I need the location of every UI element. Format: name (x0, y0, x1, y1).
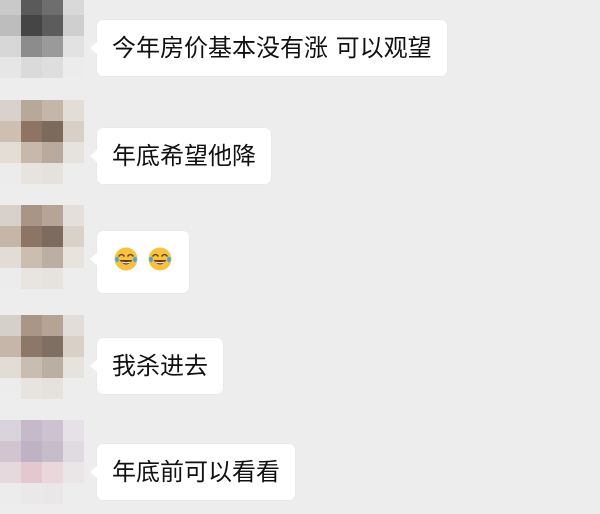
message-text: 年底前可以看看 (112, 458, 280, 486)
message-row: 年底前可以看看 (0, 420, 600, 510)
message-bubble[interactable] (90, 231, 189, 293)
face-with-tears-of-joy-icon (114, 247, 138, 271)
blurred-avatar[interactable] (0, 100, 84, 184)
chat-conversation: 今年房价基本没有涨 可以观望 年底希望他降 我杀进去 年底前可以看看 (0, 0, 600, 514)
message-bubble[interactable]: 今年房价基本没有涨 可以观望 (90, 20, 447, 76)
message-text: 年底希望他降 (112, 142, 256, 170)
message-text: 今年房价基本没有涨 可以观望 (112, 34, 432, 62)
message-row: 今年房价基本没有涨 可以观望 (0, 0, 600, 90)
message-text: 我杀进去 (112, 352, 208, 380)
blurred-avatar[interactable] (0, 205, 84, 289)
message-bubble[interactable]: 年底前可以看看 (90, 444, 295, 500)
emoji-group (112, 245, 174, 273)
message-row: 年底希望他降 (0, 100, 600, 190)
message-bubble[interactable]: 年底希望他降 (90, 128, 271, 184)
message-row: 我杀进去 (0, 315, 600, 405)
face-with-tears-of-joy-icon (148, 247, 172, 271)
blurred-avatar[interactable] (0, 315, 84, 399)
message-row (0, 205, 600, 295)
blurred-avatar[interactable] (0, 0, 84, 78)
message-bubble[interactable]: 我杀进去 (90, 338, 223, 394)
blurred-avatar[interactable] (0, 420, 84, 504)
